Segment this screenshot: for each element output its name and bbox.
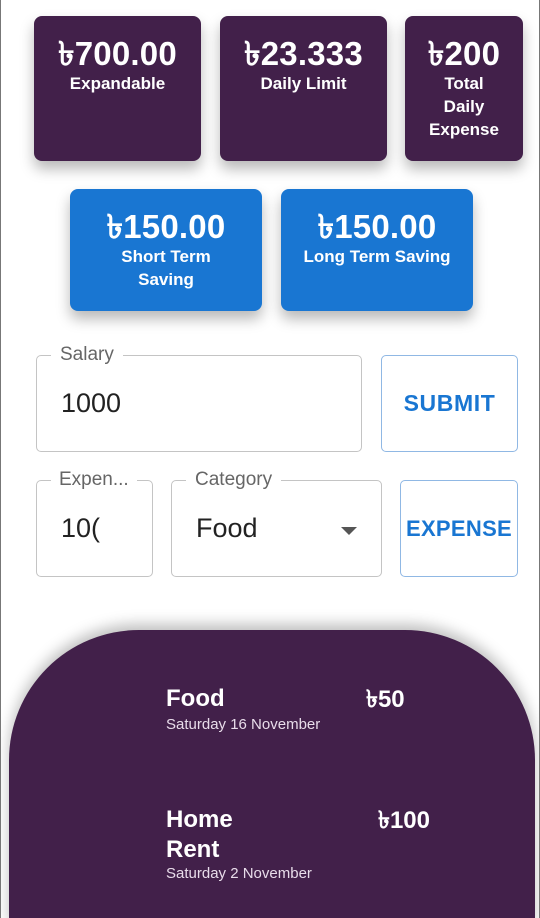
category-value: Food: [196, 513, 258, 543]
expense-item-date: Saturday 16 November: [166, 716, 321, 733]
expandable-card: ৳700.00 Expandable: [34, 16, 201, 161]
daily-limit-amount: ৳23.333: [244, 35, 363, 72]
category-select[interactable]: Category Food: [171, 468, 382, 577]
total-daily-expense-label-line-1: Total: [444, 74, 484, 93]
expense-item-title-line-1: Home: [166, 806, 233, 833]
daily-limit-label: Daily Limit: [260, 74, 347, 93]
short-term-saving-amount: ৳150.00: [106, 208, 226, 245]
expense-item-amount: ৳100: [378, 807, 430, 834]
expense-item-amount: ৳50: [366, 686, 405, 713]
caret-down-icon[interactable]: [341, 527, 357, 535]
total-daily-expense-label-line-3: Expense: [429, 120, 499, 139]
total-daily-expense-card: ৳200 Total Daily Expense: [405, 16, 523, 161]
expense-amount-field[interactable]: Expen... 10(: [36, 468, 153, 577]
long-term-saving-card: ৳150.00 Long Term Saving: [281, 189, 473, 311]
expense-button[interactable]: EXPENSE: [400, 480, 518, 577]
submit-button[interactable]: SUBMIT: [381, 355, 518, 452]
short-term-saving-label-line-1: Short Term: [121, 247, 211, 266]
short-term-saving-label-line-2: Saving: [138, 270, 194, 289]
total-daily-expense-label-line-2: Daily: [443, 97, 485, 116]
expense-item-date: Saturday 2 November: [166, 865, 312, 882]
expandable-label: Expandable: [69, 74, 166, 93]
expense-list-panel: Food Saturday 16 November ৳50 Home Rent …: [9, 630, 535, 918]
expense-item-title: Food: [166, 685, 225, 712]
expandable-amount: ৳700.00: [58, 35, 177, 72]
short-term-saving-card: ৳150.00 Short Term Saving: [70, 189, 262, 311]
expense-item-title-line-2: Rent: [166, 836, 220, 863]
long-term-saving-amount: ৳150.00: [317, 208, 437, 245]
long-term-saving-label: Long Term Saving: [303, 247, 451, 266]
app-screen: ৳700.00 Expandable ৳23.333 Daily Limit ৳…: [0, 0, 540, 918]
salary-field[interactable]: Salary 1000: [36, 343, 362, 452]
daily-limit-card: ৳23.333 Daily Limit: [220, 16, 387, 161]
total-daily-expense-amount: ৳200: [427, 35, 501, 72]
expense-amount-input[interactable]: 10(: [61, 481, 100, 576]
salary-input[interactable]: 1000: [61, 356, 121, 451]
